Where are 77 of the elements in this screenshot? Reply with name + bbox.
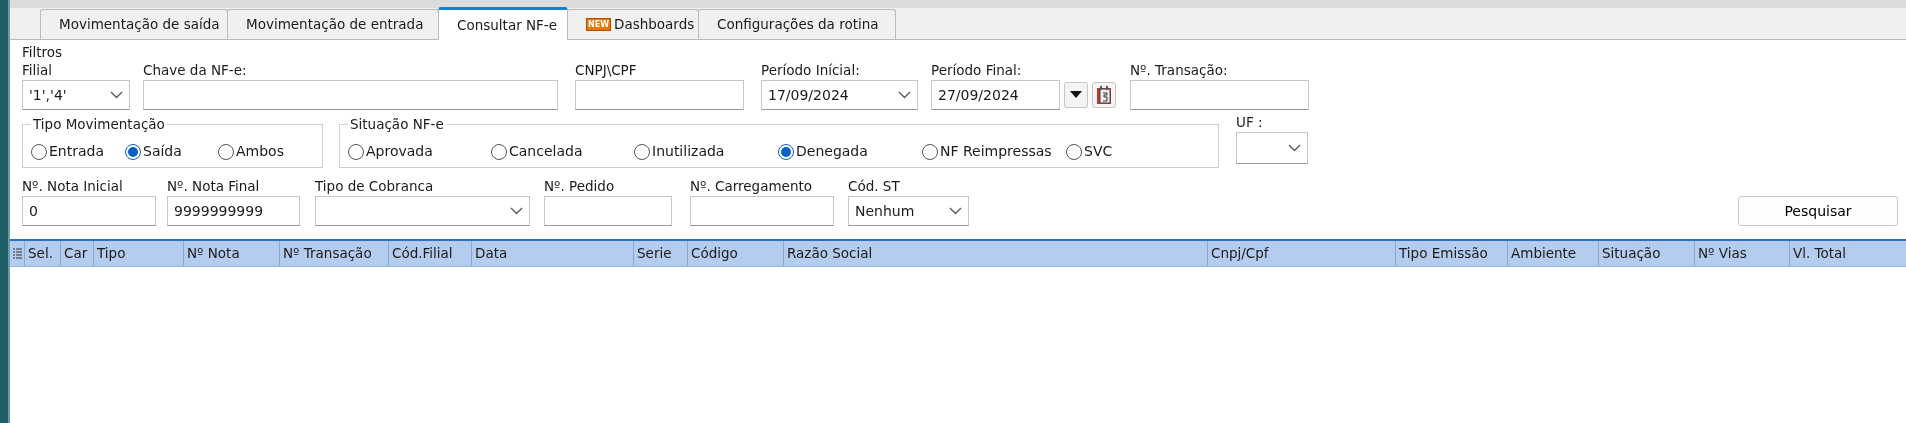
radio-button[interactable] xyxy=(31,143,47,160)
field-label: Filial xyxy=(22,62,54,80)
column-header[interactable]: Cnpj/Cpf xyxy=(1208,241,1396,266)
input-field[interactable]: 9999999999 xyxy=(167,196,300,226)
radio-button[interactable] xyxy=(218,143,234,160)
column-header[interactable]: Sel. xyxy=(25,241,61,266)
chevron-icon xyxy=(898,91,911,99)
radio-label[interactable]: Inutilizada xyxy=(652,141,725,162)
input-field[interactable] xyxy=(575,80,744,110)
column-header[interactable]: Vl. Total xyxy=(1790,241,1906,266)
field-label: Período Final: xyxy=(931,62,1023,80)
field-label: Chave da NF-e: xyxy=(143,62,248,80)
column-header[interactable]: Serie xyxy=(634,241,688,266)
column-header[interactable]: Ambiente xyxy=(1508,241,1599,266)
chevron-icon xyxy=(1288,144,1301,152)
input-field[interactable]: 0 xyxy=(22,196,156,226)
dropdown[interactable]: Nenhum xyxy=(848,196,969,226)
calendar-button[interactable] xyxy=(1092,82,1116,108)
search-button[interactable]: Pesquisar xyxy=(1738,196,1898,226)
radio-button[interactable] xyxy=(125,143,141,160)
radio-label[interactable]: SVC xyxy=(1084,141,1113,162)
radio-label[interactable]: Aprovada xyxy=(366,141,433,162)
new-badge-icon: NEW xyxy=(586,18,611,31)
dropdown[interactable] xyxy=(1236,132,1308,164)
column-header[interactable]: Cód.Filial xyxy=(389,241,472,266)
column-header[interactable]: Situação xyxy=(1599,241,1695,266)
radio-label[interactable]: Ambos xyxy=(236,141,284,162)
group-title: Situação NF-e xyxy=(348,116,446,132)
column-header[interactable]: Data xyxy=(472,241,634,266)
tab[interactable]: Consultar NF-e xyxy=(438,7,568,40)
field-label: UF : xyxy=(1236,114,1264,132)
dropdown[interactable] xyxy=(315,196,530,226)
column-header[interactable]: Tipo xyxy=(94,241,184,266)
column-header[interactable]: Razão Social xyxy=(784,241,1208,266)
column-header[interactable]: Código xyxy=(688,241,784,266)
radio-button[interactable] xyxy=(922,143,938,160)
field-label: Nº. Nota Final xyxy=(167,178,261,196)
column-header[interactable]: Car xyxy=(61,241,94,266)
input-field[interactable] xyxy=(544,196,672,226)
radio-button[interactable] xyxy=(1066,143,1082,160)
field-label: Período Inícial: xyxy=(761,62,861,80)
input-field[interactable] xyxy=(143,80,558,110)
dropdown-button[interactable] xyxy=(1064,82,1088,108)
tab[interactable]: Configurações da rotina xyxy=(698,9,896,39)
caret-icon xyxy=(1070,91,1082,99)
column-header[interactable]: Tipo Emissão xyxy=(1396,241,1508,266)
radio-label[interactable]: Cancelada xyxy=(509,141,583,162)
radio-button[interactable] xyxy=(491,143,507,160)
dropdown[interactable]: '1','4' xyxy=(22,80,130,110)
radio-label[interactable]: Saída xyxy=(143,141,182,162)
field-label: Nº. Carregamento xyxy=(690,178,814,196)
tab[interactable]: Movimentação de saída xyxy=(40,9,228,39)
input-field[interactable] xyxy=(1130,80,1309,110)
radio-label[interactable]: Entrada xyxy=(49,141,104,162)
radio-label[interactable]: Denegada xyxy=(796,141,868,162)
column-header[interactable]: Nº Transação xyxy=(280,241,389,266)
dropdown[interactable]: 17/09/2024 xyxy=(761,80,918,110)
chevron-icon xyxy=(510,207,523,215)
column-header[interactable]: Nº Nota xyxy=(184,241,280,266)
calendar-icon xyxy=(1096,85,1112,105)
field-label: CNPJ\CPF xyxy=(575,62,638,80)
date-field[interactable]: 27/09/2024 xyxy=(931,80,1060,110)
column-header[interactable]: Nº Vias xyxy=(1695,241,1790,266)
radio-button[interactable] xyxy=(634,143,650,160)
radio-label[interactable]: NF Reimpressas xyxy=(940,141,1052,162)
filters-title: Filtros xyxy=(22,44,64,62)
input-field[interactable] xyxy=(690,196,834,226)
field-label: Nº. Pedido xyxy=(544,178,616,196)
group-title: Tipo Movimentação xyxy=(31,116,167,132)
field-label: Cód. ST xyxy=(848,178,901,196)
chevron-icon xyxy=(949,207,962,215)
radio-button[interactable] xyxy=(348,143,364,160)
chevron-icon xyxy=(110,91,123,99)
field-label: Nº. Nota Inicial xyxy=(22,178,124,196)
field-label: Tipo de Cobranca xyxy=(315,178,435,196)
radio-button[interactable] xyxy=(778,143,794,160)
field-label: Nº. Transação: xyxy=(1130,62,1229,80)
